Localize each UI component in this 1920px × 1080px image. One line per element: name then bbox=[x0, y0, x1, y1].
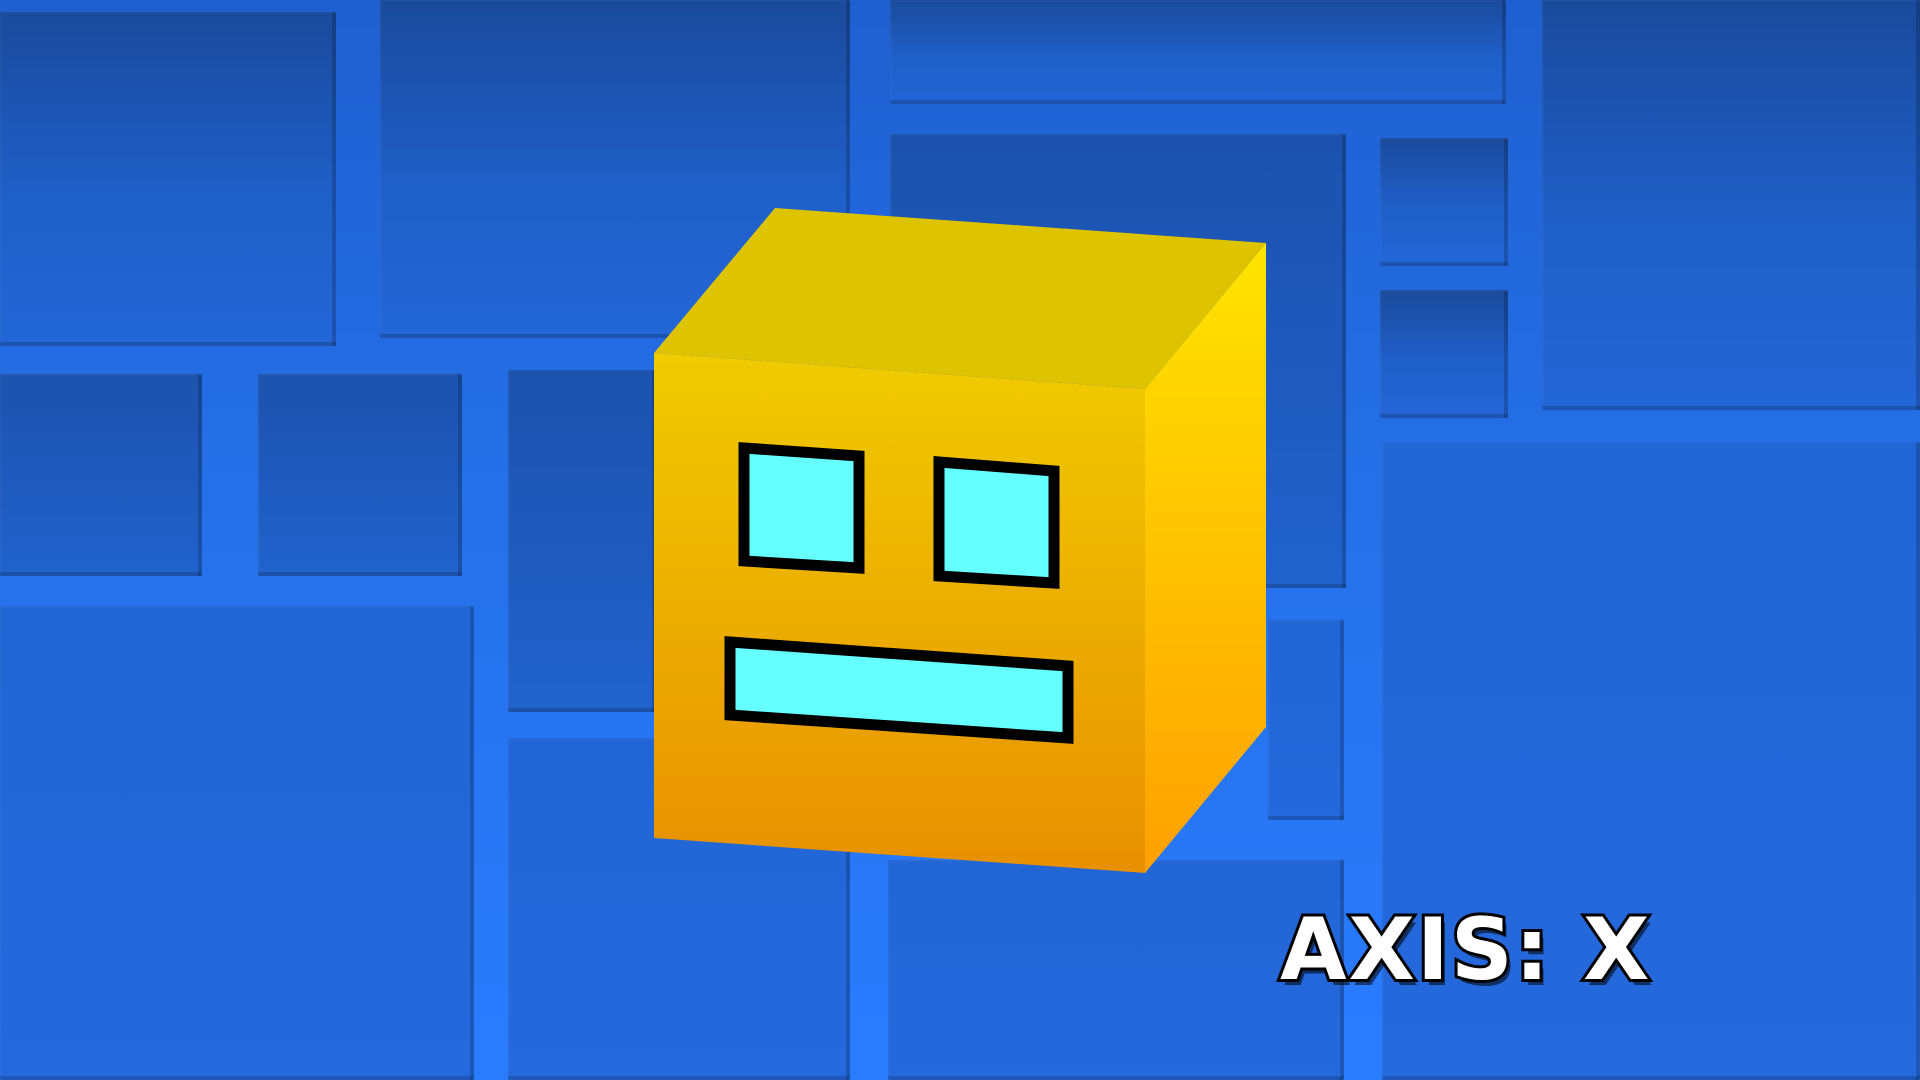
axis-indicator-label: AXIS: X bbox=[1277, 897, 1652, 1003]
background-tile bbox=[890, 0, 1506, 104]
background-tile bbox=[1268, 620, 1344, 820]
background-tile bbox=[0, 606, 474, 1080]
mouth-icon bbox=[724, 636, 1074, 744]
left-eye-icon bbox=[738, 442, 865, 574]
background-tile bbox=[380, 0, 850, 338]
background-tile bbox=[1380, 290, 1508, 418]
background-tile bbox=[888, 860, 1344, 1080]
game-scene: AXIS: X bbox=[0, 0, 1920, 1080]
background-tile bbox=[1542, 0, 1920, 410]
background-tile bbox=[508, 738, 850, 1080]
background-tile bbox=[890, 134, 1346, 588]
background-tile bbox=[508, 370, 656, 712]
background-tile bbox=[0, 374, 202, 576]
background-tile bbox=[258, 374, 462, 576]
background-tile bbox=[0, 12, 336, 346]
background-tile bbox=[1380, 138, 1508, 266]
